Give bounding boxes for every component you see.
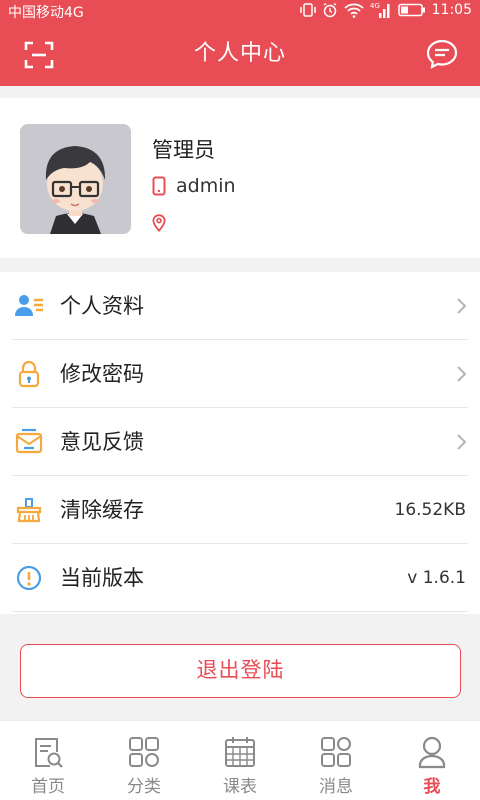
phone-row: admin [152,175,236,197]
version-number: v 1.6.1 [407,568,466,588]
carrier-label: 中国移动4G [8,5,84,21]
alarm-icon [323,2,337,18]
tab-schedule[interactable]: 课表 [192,721,288,800]
menu-item-change-password[interactable]: 修改密码 [0,340,480,408]
phone-icon [152,176,166,196]
tab-me[interactable]: 我 [384,721,480,800]
chevron-right-icon [457,298,467,314]
tab-label: 分类 [127,777,161,797]
calendar-icon [225,737,255,767]
menu-label: 意见反馈 [60,430,144,454]
page-title: 个人中心 [193,41,286,66]
cache-size: 16.52KB [394,500,466,520]
info-icon [16,565,42,591]
tab-label: 我 [423,777,441,797]
user-icon [418,736,446,769]
tab-label: 消息 [319,777,353,797]
tab-home[interactable]: 首页 [0,721,96,800]
tab-category[interactable]: 分类 [96,721,192,800]
avatar[interactable] [20,124,131,234]
signal-icon: 4G [370,2,390,18]
feedback-icon [15,428,43,454]
profile-icon [15,295,43,316]
chevron-right-icon [457,366,467,382]
menu-label: 个人资料 [60,294,144,318]
header: 个人中心 [0,22,480,86]
status-bar: 中国移动4G 4G 11:05 [0,0,480,22]
bottom-nav: 首页 分类 课表 消息 我 [0,720,480,800]
menu-item-clear-cache[interactable]: 清除缓存 16.52KB [0,476,480,544]
menu-item-profile[interactable]: 个人资料 [0,272,480,340]
user-name: 管理员 [152,138,215,162]
logout-button[interactable]: 退出登陆 [20,644,461,698]
location-row [152,214,176,232]
tab-label: 首页 [31,777,65,797]
settings-menu: 个人资料 修改密码 意见反馈 清除缓存 16.52KB 当前版本 v 1.6.1 [0,272,480,614]
clock: 11:05 [431,2,472,18]
avatar-illustration [20,124,131,234]
svg-text:4G: 4G [370,2,380,10]
profile-card[interactable]: 管理员 admin [0,98,480,258]
vibrate-icon [299,3,316,17]
home-icon [35,738,63,768]
message-icon[interactable] [426,39,458,69]
tab-messages[interactable]: 消息 [288,721,384,800]
clear-cache-icon [16,498,42,523]
wifi-icon [344,3,364,18]
menu-item-feedback[interactable]: 意见反馈 [0,408,480,476]
username: admin [176,175,236,197]
divider [12,611,468,612]
location-pin-icon [152,214,166,232]
battery-icon [397,3,425,17]
lock-icon [18,360,40,388]
message-icon [321,737,351,767]
status-icons: 4G 11:05 [299,1,472,19]
menu-label: 当前版本 [60,566,144,590]
menu-label: 修改密码 [60,362,144,386]
tab-label: 课表 [223,777,257,797]
chevron-right-icon [457,434,467,450]
menu-item-version[interactable]: 当前版本 v 1.6.1 [0,544,480,612]
category-icon [129,737,159,767]
menu-label: 清除缓存 [60,498,144,522]
